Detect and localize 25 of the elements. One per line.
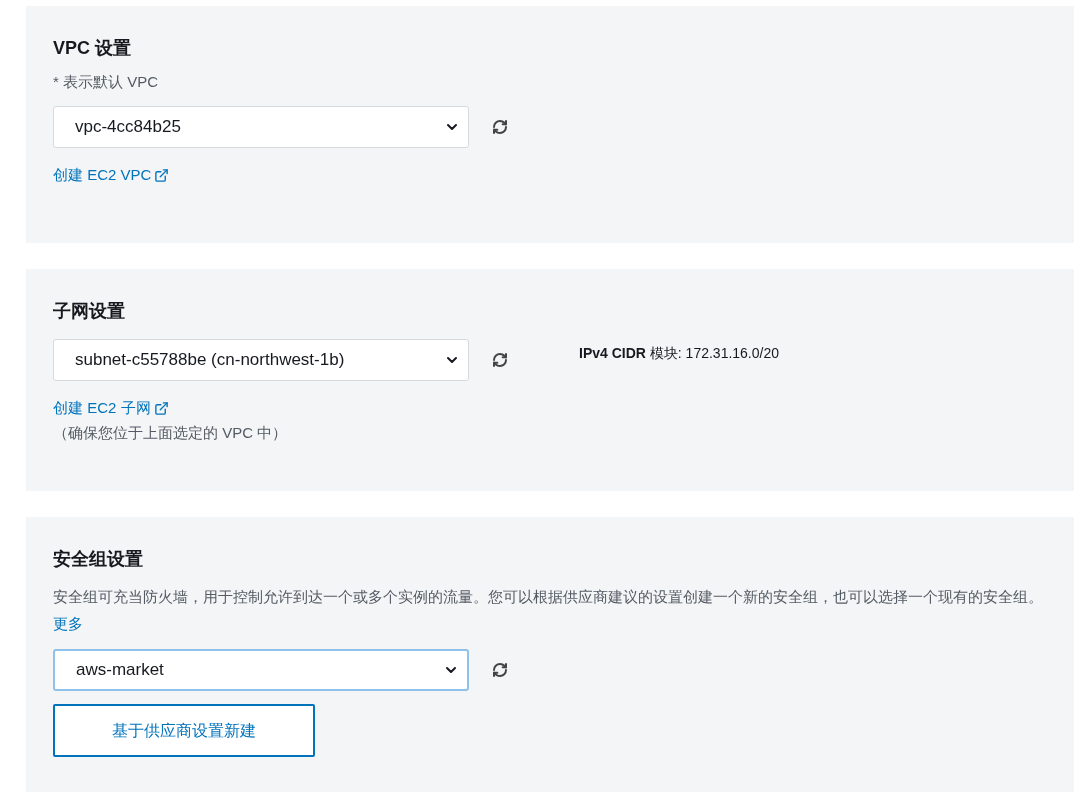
more-link[interactable]: 更多 [53,615,83,632]
section-title: 安全组设置 [53,548,144,571]
vpc-hint: （确保您位于上面选定的 VPC 中） [53,423,289,443]
dropdown-select[interactable]: aws-market [53,649,469,691]
external-link-icon [154,167,170,183]
refresh-button[interactable] [491,118,509,136]
select-value: vpc-4cc84b25 [75,116,181,139]
section-title: 子网设置 [53,300,126,323]
refresh-icon [492,662,508,678]
refresh-icon [492,119,508,135]
default-note: * 表示默认 VPC [53,72,159,92]
section-title: VPC 设置 [53,37,132,60]
dropdown-select[interactable]: subnet-c55788be (cn-northwest-1b) [53,339,469,381]
create-link[interactable]: 创建 EC2 VPC [53,164,170,186]
refresh-button[interactable] [491,351,509,369]
cidr-info: IPv4 CIDR 模块: 172.31.16.0/20 [579,344,779,363]
section-description: 安全组可充当防火墙，用于控制允许到达一个或多个实例的流量。您可以根据供应商建议的设置创建一个新的安全组，也可以选择一个现有的安全组。 更多 [53,587,1044,634]
external-link-icon [153,400,169,416]
refresh-button[interactable] [491,661,509,679]
create-new-button[interactable]: 基于供应商设置新建 [53,704,315,757]
refresh-icon [492,352,508,368]
select-value: aws-market [76,659,164,682]
dropdown-select[interactable]: vpc-4cc84b25 [53,106,469,148]
select-value: subnet-c55788be (cn-northwest-1b) [75,349,345,372]
create-link[interactable]: 创建 EC2 子网 [53,397,169,419]
